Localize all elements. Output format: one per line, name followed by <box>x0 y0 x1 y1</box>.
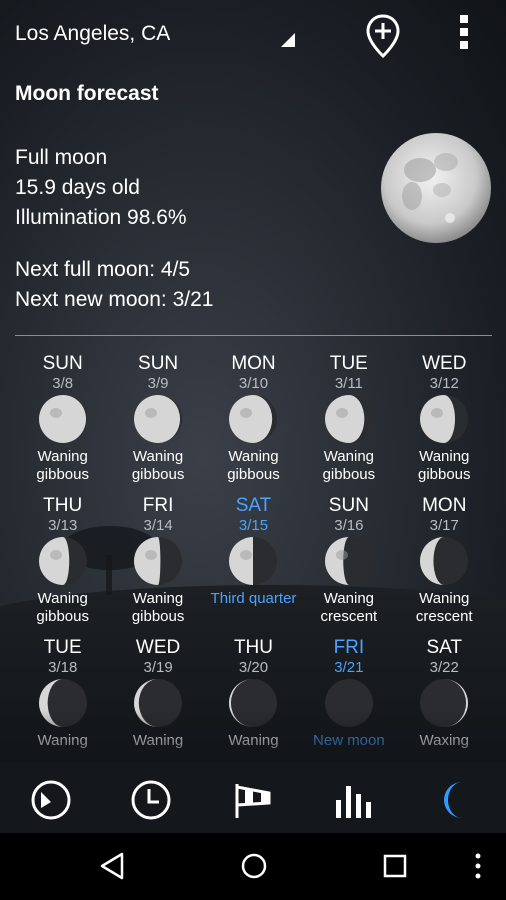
forecast-row: SUN 3/8 Waning gibbous SUN 3/9 Waning gibbous… <box>15 350 492 492</box>
forecast-day-name: TUE <box>43 637 82 658</box>
forecast-day[interactable]: SUN 3/8 Waning gibbous <box>15 350 110 492</box>
forecast-day-name: MON <box>422 495 467 516</box>
moon-phase-label: Third quarter <box>210 590 297 607</box>
overflow-menu-icon[interactable] <box>454 15 474 55</box>
moon-phase-label: Waning crescent <box>415 590 473 625</box>
forecast-date: 3/9 <box>147 375 169 392</box>
forecast-date: 3/11 <box>334 375 363 392</box>
moon-phase-label: Waning gibbous <box>36 448 89 483</box>
forecast-date: 3/22 <box>429 659 459 676</box>
forecast-day-name: SAT <box>235 495 272 516</box>
illumination: Illumination 98.6% <box>15 206 187 229</box>
forecast-day-name: SUN <box>138 353 179 374</box>
moon-phase-label: Waning gibbous <box>131 590 185 625</box>
next-full-moon: Next full moon: 4/5 <box>15 258 191 281</box>
forecast-day-name: MON <box>231 353 276 374</box>
forecast-day-name: SAT <box>426 637 463 658</box>
forecast-date: 3/15 <box>238 517 269 534</box>
forecast-day-name: WED <box>135 637 181 658</box>
crescent-moon-icon[interactable] <box>432 778 476 822</box>
moon-phase-icon <box>134 537 183 585</box>
forecast-day-name: WED <box>422 353 467 374</box>
bar-chart-icon[interactable] <box>332 778 376 822</box>
forecast-day-name: FRI <box>333 637 365 658</box>
home-icon[interactable] <box>239 851 269 881</box>
forecast-day-name: THU <box>43 495 83 516</box>
app-bar: Los Angeles, CA <box>0 0 506 68</box>
current-phase: Full moon <box>15 146 108 169</box>
forecast-date: 3/17 <box>429 517 459 534</box>
moon-phase-icon <box>420 395 469 443</box>
forecast-day-name: THU <box>233 637 273 658</box>
moon-phase-icon <box>38 537 87 585</box>
moon-phase-icon <box>134 395 183 443</box>
section-title: Moon forecast <box>15 82 159 105</box>
system-nav-bar <box>0 833 506 900</box>
forecast-day-name: FRI <box>142 495 174 516</box>
forecast-row: THU 3/13 Waning gibbous FRI 3/14 Waning gibbo… <box>15 492 492 634</box>
moon-phase-label: Waning gibbous <box>417 448 471 483</box>
forecast-day[interactable]: WED 3/12 Waning gibbous <box>397 350 492 492</box>
moon-phase-icon <box>38 395 87 443</box>
forecast-day-name: SUN <box>328 495 369 516</box>
moon-phase-icon <box>229 537 278 585</box>
clock-icon[interactable] <box>129 778 173 822</box>
back-icon[interactable] <box>98 851 128 881</box>
moon-phase-icon <box>229 395 278 443</box>
forecast-date: 3/16 <box>334 517 364 534</box>
scroll-fade <box>0 710 506 770</box>
divider <box>15 335 492 336</box>
forecast-date: 3/13 <box>48 517 78 534</box>
moon-phase-label: Waning gibbous <box>131 448 185 483</box>
forecast-day-name: TUE <box>329 353 368 374</box>
forecast-day[interactable]: MON 3/17 Waning crescent <box>397 492 492 634</box>
moon-phase-label: Waning gibbous <box>322 448 376 483</box>
location-title[interactable]: Los Angeles, CA <box>15 22 170 46</box>
dropdown-triangle-icon[interactable] <box>281 33 295 47</box>
nav-overflow-icon[interactable] <box>468 851 488 881</box>
forecast-day[interactable]: THU 3/13 Waning gibbous <box>15 492 110 634</box>
forecast-date: 3/14 <box>143 517 173 534</box>
bottom-tab-bar <box>0 762 506 833</box>
moon-phase-label: Waning crescent <box>320 590 378 625</box>
moon-phase-label: Waning gibbous <box>36 590 89 625</box>
forecast-date: 3/12 <box>429 375 459 392</box>
next-new-moon: Next new moon: 3/21 <box>15 288 214 311</box>
forecast-day[interactable]: SUN 3/16 Waning crescent <box>301 492 396 634</box>
windsock-icon[interactable] <box>231 778 275 822</box>
sector-gauge-icon[interactable] <box>29 778 73 822</box>
forecast-date: 3/10 <box>238 375 269 392</box>
moon-phase-icon <box>420 537 469 585</box>
forecast-day-name: SUN <box>42 353 83 374</box>
full-moon-image <box>381 133 491 243</box>
recents-icon[interactable] <box>380 851 410 881</box>
forecast-day[interactable]: SAT 3/15 Third quarter <box>206 492 301 634</box>
forecast-date: 3/19 <box>143 659 173 676</box>
forecast-date: 3/18 <box>48 659 78 676</box>
forecast-day[interactable]: MON 3/10 Waning gibbous <box>206 350 301 492</box>
add-location-icon[interactable] <box>366 14 400 58</box>
moon-phase-icon <box>324 395 373 443</box>
forecast-day[interactable]: FRI 3/14 Waning gibbous <box>110 492 205 634</box>
forecast-day[interactable]: TUE 3/11 Waning gibbous <box>301 350 396 492</box>
forecast-date: 3/21 <box>334 659 364 676</box>
forecast-date: 3/20 <box>238 659 269 676</box>
forecast-day[interactable]: SUN 3/9 Waning gibbous <box>110 350 205 492</box>
moon-phase-icon <box>324 537 373 585</box>
app-screen: Los Angeles, CA Moon forecast Full moon … <box>0 0 506 833</box>
moon-age: 15.9 days old <box>15 176 140 199</box>
moon-phase-label: Waning gibbous <box>227 448 280 483</box>
forecast-date: 3/8 <box>52 375 74 392</box>
